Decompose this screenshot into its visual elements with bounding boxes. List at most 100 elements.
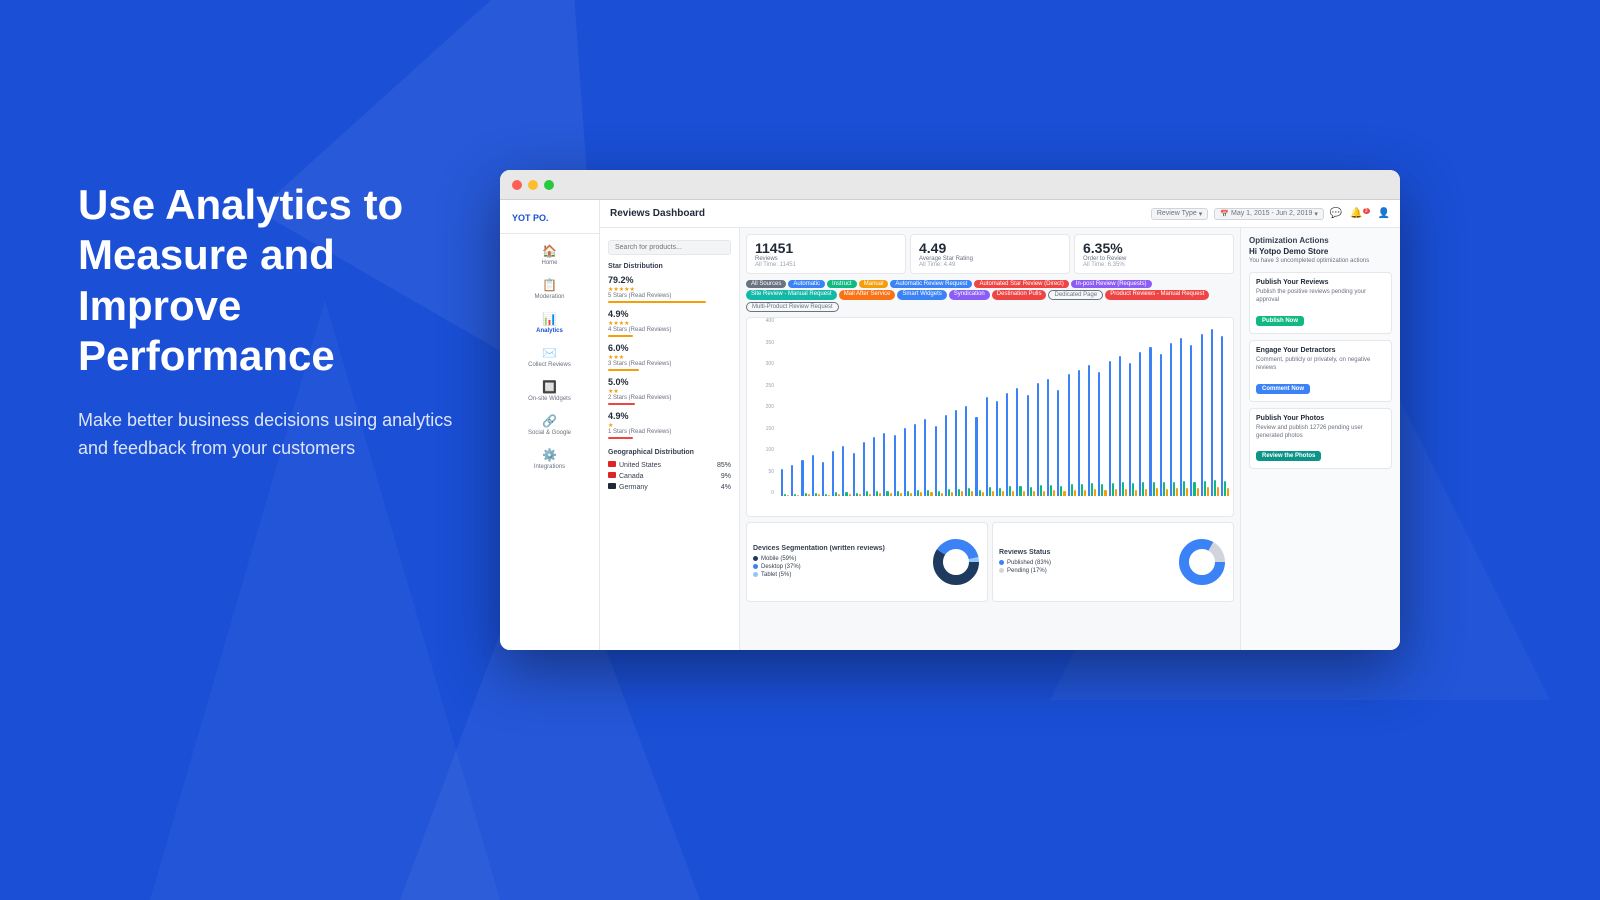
bell-icon[interactable]: 🔔3 [1350,208,1369,219]
bar-yellow [869,494,871,496]
bar-group [1078,370,1086,496]
bar-yellow [859,494,861,496]
bar-yellow [1186,488,1188,496]
filter-tags: All Sources Automatic Instruct Manual Au… [746,280,1234,312]
tag-smart-widgets[interactable]: Smart Widgets [897,290,946,300]
star-dist-2: 5.0% ★★ 2 Stars (Read Reviews) [608,377,731,405]
top-bar-controls: Review Type ▾ 📅 May 1, 2015 - Jun 2, 201… [1151,208,1390,220]
sidebar-label-moderation: Moderation [534,294,564,300]
bar-group [996,401,1004,496]
comment-now-button[interactable]: Comment Now [1256,384,1310,394]
product-search-input[interactable] [608,240,731,255]
sidebar-item-collect-reviews[interactable]: ✉️ Collect Reviews [500,340,599,374]
bar-blue [1180,338,1182,496]
bar-group [975,417,983,496]
tag-all-sources[interactable]: All Sources [746,280,786,288]
bar-green [835,492,837,496]
user-icon[interactable]: 👤 [1378,208,1390,219]
tag-syndication[interactable]: Syndication [949,290,990,300]
bar-blue [781,469,783,496]
bar-green [1030,487,1032,496]
country-ca: Canada [619,473,644,480]
review-type-label: Review Type [1157,210,1197,217]
bar-blue [801,460,803,496]
tag-dedicated-page[interactable]: Dedicated Page [1048,290,1103,300]
sidebar-label-integrations: Integrations [534,464,565,470]
sidebar-item-home[interactable]: 🏠 Home [500,238,599,272]
bar-yellow [1217,487,1219,496]
tag-mail-after[interactable]: Mail After Service [839,290,896,300]
moderation-icon: 📋 [542,278,557,292]
reviews-status-donut [1177,537,1227,587]
bar-blue [853,453,855,496]
tag-inpost[interactable]: In-post Review (Requests) [1071,280,1152,288]
analytics-icon: 📊 [542,312,557,326]
sidebar-item-moderation[interactable]: 📋 Moderation [500,272,599,306]
star-3-stars: ★★★ [608,354,731,361]
bar-blue [883,433,885,496]
sidebar-item-integrations[interactable]: ⚙️ Integrations [500,442,599,476]
tag-auto-review-request[interactable]: Automatic Review Request [890,280,972,288]
bar-green [948,489,950,496]
bar-yellow [849,494,851,496]
tag-auto-star-review[interactable]: Automated Star Review (Direct) [974,280,1068,288]
bar-group [801,460,809,496]
bar-yellow [1166,489,1168,496]
bar-yellow [941,493,943,496]
published-label: Published (83%) [1007,560,1051,566]
star-dist-5: 79.2% ★★★★★ 5 Stars (Read Reviews) [608,275,731,303]
tag-product-reviews[interactable]: Product Reviews - Manual Request [1105,290,1209,300]
main-content: Reviews Dashboard Review Type ▾ 📅 May 1,… [600,200,1400,650]
bar-yellow [797,495,799,496]
bar-green [1214,480,1216,496]
tag-instruct[interactable]: Instruct [827,280,857,288]
bar-green [979,490,981,496]
tag-site-review[interactable]: Site Review - Manual Request [746,290,837,300]
bar-yellow [1012,491,1014,496]
star-1-stars: ★ [608,422,731,429]
bar-green [999,488,1001,496]
traffic-light-green[interactable] [544,180,554,190]
tag-dest-pulls[interactable]: Destination Pulls [992,290,1047,300]
main-heading: Use Analytics to Measure and Improve Per… [78,180,478,382]
y-label-100: 100 [766,447,774,453]
bar-yellow [1115,489,1117,496]
sidebar-item-analytics[interactable]: 📊 Analytics [500,306,599,340]
review-photos-button[interactable]: Review the Photos [1256,451,1321,461]
collect-reviews-icon: ✉️ [542,346,557,360]
browser-chrome [500,170,1400,200]
tag-automatic[interactable]: Automatic [788,280,825,288]
bar-blue [904,428,906,496]
top-icons: 💬 🔔3 👤 [1330,208,1390,219]
bar-yellow [1145,489,1147,496]
traffic-light-yellow[interactable] [528,180,538,190]
bar-group [832,451,840,496]
home-icon: 🏠 [542,244,557,258]
date-range-filter[interactable]: 📅 May 1, 2015 - Jun 2, 2019 ▾ [1214,208,1324,220]
reviews-number: 11451 [755,240,897,256]
tag-multi-product[interactable]: Multi-Product Review Request [746,302,839,312]
review-type-filter[interactable]: Review Type ▾ [1151,208,1208,220]
chat-icon[interactable]: 💬 [1330,208,1342,219]
bar-blue [986,397,988,496]
bar-green [1132,483,1134,496]
bar-blue [1047,379,1049,496]
bar-group [1037,383,1045,496]
star-1-label: 1 Stars (Read Reviews) [608,429,731,435]
bar-blue [1098,372,1100,496]
bar-yellow [808,494,810,496]
bar-group [945,415,953,496]
bar-green [1060,486,1062,496]
tag-manual[interactable]: Manual [859,280,889,288]
geo-title: Geographical Distribution [608,449,731,456]
bar-green [917,490,919,496]
publish-now-button[interactable]: Publish Now [1256,316,1304,326]
traffic-light-red[interactable] [512,180,522,190]
rating-number: 4.49 [919,240,1061,256]
sidebar-item-onsite-widgets[interactable]: 🔲 On-site Widgets [500,374,599,408]
sidebar-item-social[interactable]: 🔗 Social & Google [500,408,599,442]
bottom-charts: Devices Segmentation (written reviews) M… [746,522,1234,602]
bar-blue [935,426,937,496]
bar-blue [1088,365,1090,496]
opt-card-1-desc: Publish the positive reviews pending you… [1256,288,1385,305]
